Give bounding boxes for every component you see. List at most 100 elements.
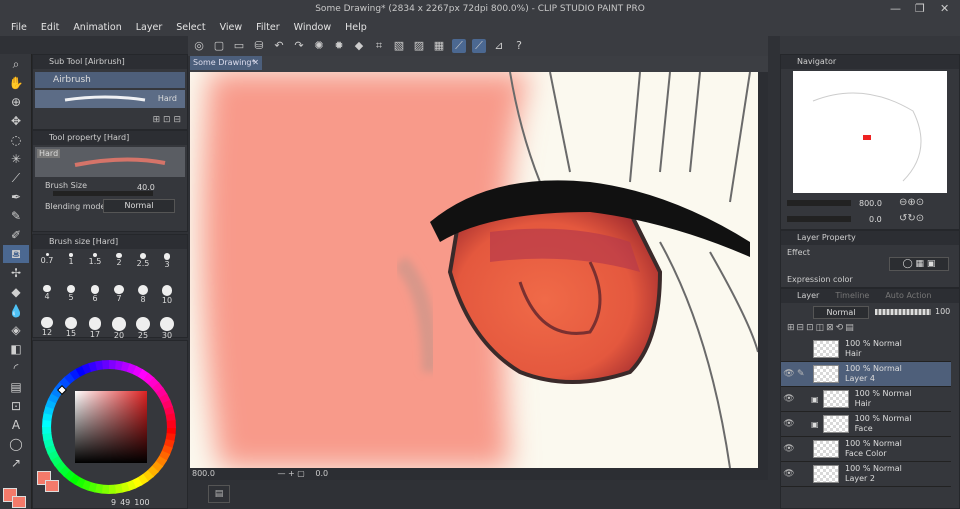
help-icon[interactable]: ? [512, 39, 526, 53]
brush-size-option[interactable]: 0.7 [35, 253, 59, 279]
navigator-zoom-buttons[interactable]: ⊖⊕⊙ [899, 197, 924, 208]
tab-timeline[interactable]: Timeline [835, 289, 869, 303]
blend-icon[interactable]: 💧 [3, 302, 29, 320]
brush-size-option[interactable]: 1 [59, 253, 83, 279]
layer-blend-select[interactable]: Normal [813, 306, 869, 319]
move-icon[interactable]: ✥ [3, 112, 29, 130]
eye-icon[interactable]: 👁 [781, 444, 797, 454]
gradient-icon[interactable]: ◧ [3, 340, 29, 358]
minimize-button[interactable]: — [890, 0, 901, 18]
brush-size-option[interactable]: 8 [131, 285, 155, 311]
redo-icon[interactable]: ↷ [292, 39, 306, 53]
maximize-button[interactable]: ❐ [915, 0, 925, 18]
undo-icon[interactable]: ↶ [272, 39, 286, 53]
ruler-icon[interactable]: ⊡ [3, 397, 29, 415]
open-icon[interactable]: ▭ [232, 39, 246, 53]
menu-animation[interactable]: Animation [73, 22, 121, 33]
navigator-rotate-buttons[interactable]: ↺↻⊙ [899, 213, 924, 224]
save-icon[interactable]: ⛁ [252, 39, 266, 53]
sub-tool-actions[interactable]: ⊞ ⊡ ⊟ [153, 115, 181, 125]
color-wheel[interactable] [37, 353, 187, 503]
layer-row[interactable]: 👁 100 % Normal Layer 2 [781, 462, 951, 487]
menu-window[interactable]: Window [294, 22, 331, 33]
tab-auto-action[interactable]: Auto Action [885, 289, 931, 303]
layer-row[interactable]: 👁 100 % Normal Face Color [781, 437, 951, 462]
eye-icon[interactable]: 👁 [781, 469, 797, 479]
eyedropper-icon[interactable]: ⟋ [3, 169, 29, 187]
balloon-icon[interactable]: ◯ [3, 435, 29, 453]
airbrush-icon[interactable]: ⛾ [3, 245, 29, 263]
figure-icon[interactable]: ◜ [3, 359, 29, 377]
eye-icon[interactable]: 👁 [781, 419, 797, 429]
new-file-icon[interactable]: ▢ [212, 39, 226, 53]
eye-icon[interactable]: 👁 [781, 369, 797, 379]
brush-size-option[interactable]: 10 [155, 285, 179, 311]
snap2-icon[interactable]: ▨ [412, 39, 426, 53]
text-icon[interactable]: A [3, 416, 29, 434]
zoom-icon[interactable]: ⌕ [3, 55, 29, 73]
brush-size-option[interactable]: 2 [107, 253, 131, 279]
decoration-icon[interactable]: ✢ [3, 264, 29, 282]
canvas-tab[interactable]: Some Drawing* ✕ [190, 56, 262, 70]
color-sub-swatch[interactable] [45, 480, 59, 492]
ruler-snap-icon[interactable]: ⟋ [452, 39, 466, 53]
brush-size-option[interactable]: 2.5 [131, 253, 155, 279]
lasso-icon[interactable]: ◌ [3, 131, 29, 149]
grid-snap-icon[interactable]: ⊿ [492, 39, 506, 53]
brush-preset-hard[interactable]: Hard [35, 90, 185, 108]
layer-row[interactable]: 100 % Normal Hair [781, 337, 951, 362]
fill-icon[interactable]: ◆ [352, 39, 366, 53]
brush-size-option[interactable]: 5 [59, 285, 83, 311]
drawing-canvas[interactable] [190, 72, 758, 468]
layer-row[interactable]: 👁 ▣ 100 % Normal Hair [781, 387, 951, 412]
correct-line-icon[interactable]: ↗ [3, 454, 29, 472]
navigator-angle-value[interactable]: 0.0 [869, 215, 882, 224]
pencil-icon[interactable]: ✎ [3, 207, 29, 225]
layer-actions[interactable]: ⊞⊟⊡◫⊠⟲▤ [787, 323, 856, 333]
layer-row[interactable]: 👁 ▣ 100 % Normal Face [781, 412, 951, 437]
menu-help[interactable]: Help [345, 22, 367, 33]
snap-icon[interactable]: ▧ [392, 39, 406, 53]
layer-opacity-slider[interactable] [875, 309, 931, 315]
menu-filter[interactable]: Filter [256, 22, 280, 33]
vertical-scrollbar[interactable] [758, 72, 768, 468]
clear-icon[interactable]: ✹ [332, 39, 346, 53]
edit-pen-icon[interactable]: ✎ [797, 369, 807, 379]
brush-size-option[interactable]: 1.5 [83, 253, 107, 279]
layer-panel-toggle-icon[interactable]: ▤ [208, 485, 230, 503]
magic-wand-icon[interactable]: ✳ [3, 150, 29, 168]
menu-layer[interactable]: Layer [136, 22, 163, 33]
tab-layer[interactable]: Layer [797, 289, 819, 303]
hand-icon[interactable]: ✋ [3, 74, 29, 92]
eye-icon[interactable]: 👁 [781, 394, 797, 404]
close-tab-icon[interactable]: ✕ [252, 56, 259, 70]
layer-row[interactable]: 👁 ✎ 100 % Normal Layer 4 [781, 362, 951, 387]
navigator-zoom-value[interactable]: 800.0 [859, 199, 882, 208]
transform-icon[interactable]: ⌗ [372, 39, 386, 53]
app-icon[interactable]: ◎ [192, 39, 206, 53]
sub-color-swatch[interactable] [12, 496, 26, 508]
effect-buttons[interactable]: ◯ ▦ ▣ [889, 257, 949, 271]
brush-size-option[interactable]: 3 [155, 253, 179, 279]
frame-icon[interactable]: ▤ [3, 378, 29, 396]
menu-edit[interactable]: Edit [41, 22, 59, 33]
operation-icon[interactable]: ⊕ [3, 93, 29, 111]
brush-size-option[interactable]: 4 [35, 285, 59, 311]
pen-icon[interactable]: ✒ [3, 188, 29, 206]
deselect-icon[interactable]: ✺ [312, 39, 326, 53]
special-ruler-icon[interactable]: ⟋ [472, 39, 486, 53]
snap3-icon[interactable]: ▦ [432, 39, 446, 53]
fill-tool-icon[interactable]: ◈ [3, 321, 29, 339]
zoom-readout[interactable]: 800.0 [192, 469, 215, 478]
close-button[interactable]: ✕ [940, 0, 949, 18]
navigator-preview[interactable] [793, 71, 947, 193]
blending-mode-select[interactable]: Normal [103, 199, 175, 213]
navigator-zoom-slider[interactable] [787, 200, 851, 206]
layer-opacity-value[interactable]: 100 [935, 307, 950, 316]
navigator-angle-slider[interactable] [787, 216, 851, 222]
brush-icon[interactable]: ✐ [3, 226, 29, 244]
brush-size-option[interactable]: 7 [107, 285, 131, 311]
menu-select[interactable]: Select [176, 22, 205, 33]
eraser-icon[interactable]: ◆ [3, 283, 29, 301]
menu-view[interactable]: View [220, 22, 243, 33]
